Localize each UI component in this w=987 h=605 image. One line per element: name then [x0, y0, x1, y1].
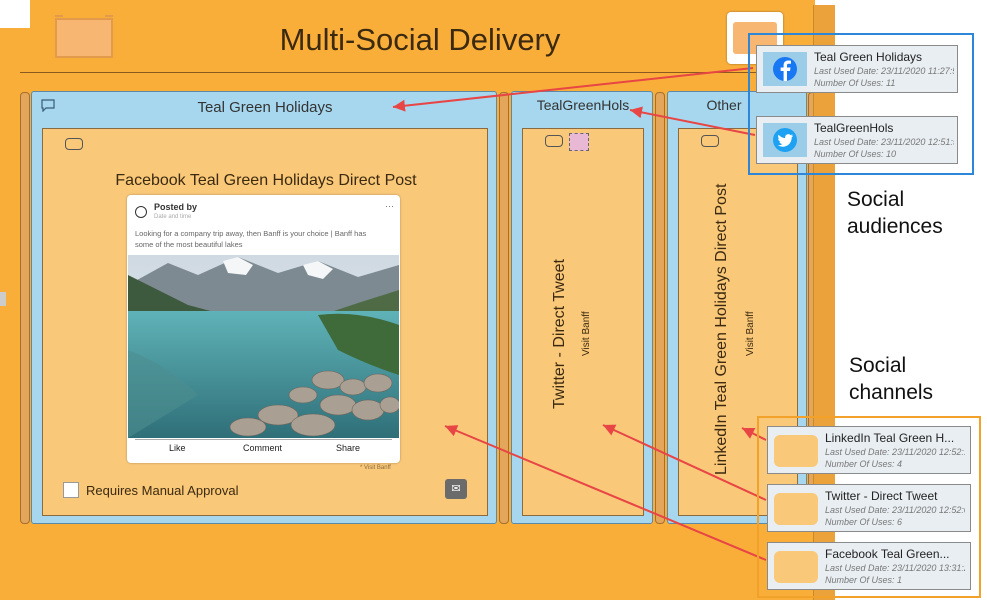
audience-uses: Number Of Uses: 10: [814, 149, 897, 159]
channel-uses: Number Of Uses: 1: [825, 575, 903, 585]
channel-name: Facebook Teal Green...: [825, 547, 950, 561]
channel-uses: Number Of Uses: 6: [825, 517, 903, 527]
audience-last-used: Last Used Date: 23/11/2020 12:51:5: [814, 137, 954, 147]
arrow-audience-twitter: [629, 106, 756, 136]
channel-last-used: Last Used Date: 23/11/2020 13:31:2: [825, 563, 965, 573]
audience-last-used: Last Used Date: 23/11/2020 11:27:5: [814, 66, 954, 76]
channel-icon: [774, 551, 818, 583]
twitter-icon: [763, 123, 807, 157]
audience-name: TealGreenHols: [814, 121, 894, 135]
audience-item[interactable]: Teal Green Holidays Last Used Date: 23/1…: [756, 45, 958, 93]
arrow-channel-twitter: [602, 424, 767, 501]
channel-icon: [774, 435, 818, 467]
arrow-audience-facebook: [392, 67, 754, 112]
channel-item[interactable]: Facebook Teal Green... Last Used Date: 2…: [767, 542, 971, 590]
facebook-icon: [763, 52, 807, 86]
social-channels-panel: LinkedIn Teal Green H... Last Used Date:…: [757, 416, 981, 598]
social-audiences-label: Social audiences: [847, 188, 943, 238]
channel-uses: Number Of Uses: 4: [825, 459, 903, 469]
channel-icon: [774, 493, 818, 525]
social-channels-label: Social channels: [849, 354, 934, 404]
channel-last-used: Last Used Date: 23/11/2020 12:52:0: [825, 505, 965, 515]
arrow-channel-facebook: [444, 425, 767, 561]
channel-item[interactable]: LinkedIn Teal Green H... Last Used Date:…: [767, 426, 971, 474]
channel-name: Twitter - Direct Tweet: [825, 489, 938, 503]
audience-item[interactable]: TealGreenHols Last Used Date: 23/11/2020…: [756, 116, 958, 164]
audience-uses: Number Of Uses: 11: [814, 78, 896, 88]
channel-name: LinkedIn Teal Green H...: [825, 431, 955, 445]
channel-last-used: Last Used Date: 23/11/2020 12:52:1: [825, 447, 965, 457]
audience-name: Teal Green Holidays: [814, 50, 923, 64]
social-audiences-panel: Teal Green Holidays Last Used Date: 23/1…: [748, 33, 974, 175]
channel-item[interactable]: Twitter - Direct Tweet Last Used Date: 2…: [767, 484, 971, 532]
